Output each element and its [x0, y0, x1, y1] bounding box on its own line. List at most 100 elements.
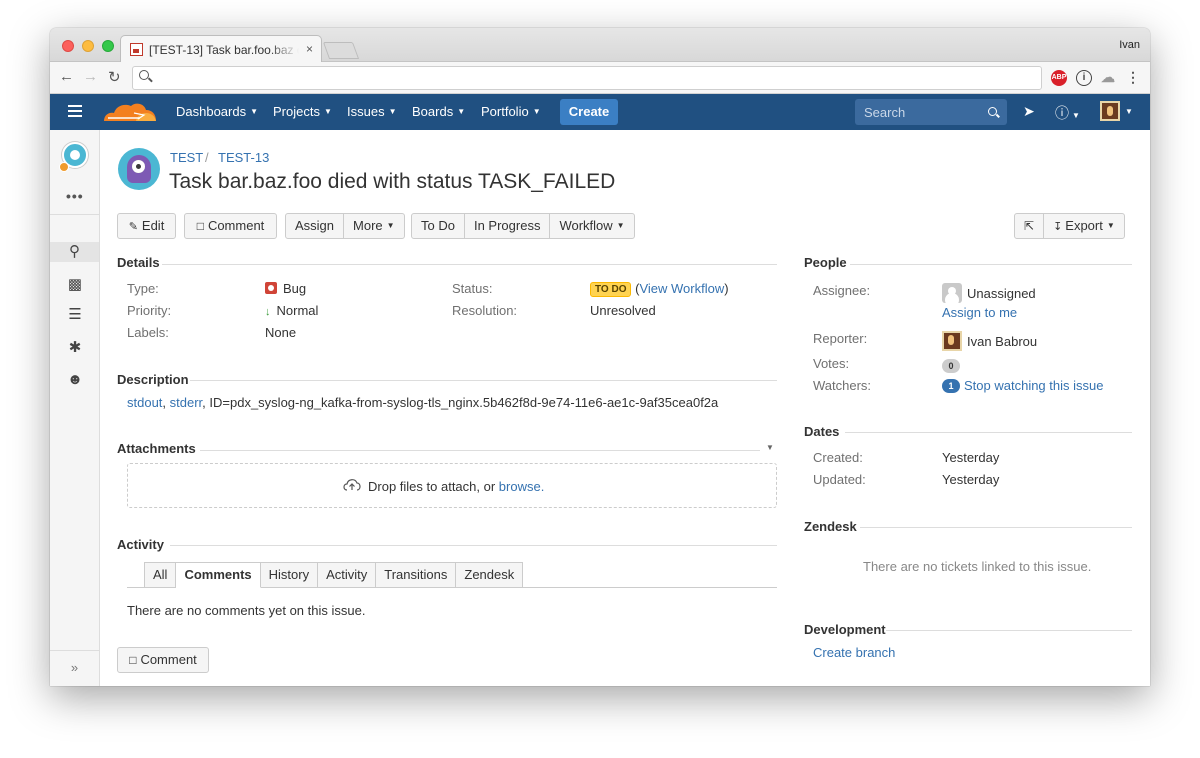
development-divider: [886, 630, 1132, 631]
stop-watching-link[interactable]: Stop watching this issue: [964, 378, 1103, 393]
tab-transitions[interactable]: Transitions: [376, 562, 457, 588]
priority-label: Priority:: [127, 303, 172, 318]
cloudflare-logo-icon[interactable]: [100, 101, 158, 123]
view-workflow-link[interactable]: View Workflow: [639, 281, 724, 296]
browse-link[interactable]: browse.: [499, 479, 545, 494]
reload-icon[interactable]: ↻: [108, 68, 121, 86]
unassigned-avatar-icon: [942, 283, 962, 303]
app-switcher-icon[interactable]: [68, 105, 82, 107]
tab-comments[interactable]: Comments: [176, 562, 261, 588]
status-label: Status:: [452, 281, 493, 296]
more-button[interactable]: More ▼: [343, 214, 404, 238]
create-button[interactable]: Create: [560, 99, 618, 125]
drop-files-text: Drop files to attach, or browse.: [368, 479, 545, 494]
more-options-icon[interactable]: •••: [66, 188, 84, 204]
chevron-down-icon: ▼: [457, 107, 466, 116]
votes-value[interactable]: 0: [942, 357, 960, 373]
labels-label: Labels:: [127, 325, 169, 340]
chevron-down-icon: ▼: [388, 107, 397, 116]
browser-tab[interactable]: [TEST-13] Task bar.foo.baz died with sta…: [120, 35, 322, 63]
tab-activity[interactable]: Activity: [318, 562, 377, 588]
forward-arrow-icon[interactable]: →: [83, 68, 98, 85]
nav-boards[interactable]: Boards ▼: [412, 104, 465, 119]
chevron-down-icon: ▼: [323, 107, 332, 116]
stderr-link[interactable]: stderr: [170, 395, 203, 410]
maximize-window-button[interactable]: [102, 40, 114, 52]
updated-label: Updated:: [813, 472, 866, 487]
user-avatar[interactable]: [1100, 101, 1120, 121]
tab-all[interactable]: All: [144, 562, 177, 588]
chevron-down-icon: ▼: [386, 221, 395, 230]
in-progress-button[interactable]: In Progress: [463, 214, 549, 238]
reports-icon[interactable]: ▩: [65, 275, 85, 295]
share-button[interactable]: ⇱: [1015, 214, 1043, 238]
browser-titlebar: [TEST-13] Task bar.foo.baz died with sta…: [50, 28, 1150, 63]
to-do-button[interactable]: To Do: [412, 214, 464, 238]
labels-value[interactable]: None: [265, 325, 296, 340]
add-comment-button[interactable]: □ Comment: [117, 647, 209, 673]
releases-icon[interactable]: ☰: [65, 305, 85, 325]
minimize-window-button[interactable]: [82, 40, 94, 52]
people-icon[interactable]: ☻: [65, 370, 85, 390]
close-window-button[interactable]: [62, 40, 74, 52]
chevron-down-icon: ▼: [250, 107, 259, 116]
stdout-link[interactable]: stdout: [127, 395, 162, 410]
share-icon: ⇱: [1024, 219, 1035, 233]
assign-more-group: Assign More ▼: [285, 213, 405, 239]
collapse-sidebar-button[interactable]: »: [50, 650, 99, 686]
assign-to-me-link[interactable]: Assign to me: [942, 305, 1017, 320]
nav-portfolio[interactable]: Portfolio ▼: [481, 104, 541, 119]
add-ons-puzzle-icon[interactable]: ✱: [65, 338, 85, 358]
tab-history[interactable]: History: [260, 562, 319, 588]
new-tab-button[interactable]: [322, 42, 360, 59]
edit-button[interactable]: ✎ Edit: [117, 213, 176, 239]
watchers-value: 1 Stop watching this issue: [942, 378, 1103, 393]
updated-value: Yesterday: [942, 472, 1000, 487]
cloud-extension-icon[interactable]: ☁: [1100, 70, 1116, 86]
comment-icon: □: [129, 653, 137, 667]
workflow-button[interactable]: Workflow ▼: [549, 214, 633, 238]
dates-heading: Dates: [804, 424, 840, 439]
resolution-label: Resolution:: [452, 303, 518, 318]
search-icon: [988, 107, 997, 116]
browser-profile-name[interactable]: Ivan: [1119, 39, 1140, 51]
chevron-down-icon[interactable]: ▼: [1125, 107, 1133, 116]
breadcrumb-issue-key[interactable]: TEST-13: [218, 150, 269, 165]
browser-menu-icon[interactable]: ⋮: [1126, 70, 1140, 86]
tab-zendesk[interactable]: Zendesk: [456, 562, 524, 588]
search-input[interactable]: [855, 99, 985, 125]
create-branch-link[interactable]: Create branch: [813, 645, 895, 660]
back-arrow-icon[interactable]: ←: [59, 68, 74, 85]
nav-dashboards[interactable]: Dashboards ▼: [176, 104, 258, 119]
attachments-divider: [200, 450, 760, 451]
comment-button[interactable]: □ Comment: [184, 213, 277, 239]
adblock-extension-icon[interactable]: ABP: [1051, 70, 1067, 86]
reporter-value[interactable]: Ivan Babrou: [942, 331, 1037, 351]
bug-icon: [265, 282, 277, 294]
feedback-megaphone-icon[interactable]: ➤: [1023, 103, 1035, 120]
issue-summary[interactable]: Task bar.baz.foo died with status TASK_F…: [169, 170, 615, 194]
help-icon[interactable]: ⓘ ▼: [1055, 103, 1080, 123]
workflow-group: To Do In Progress Workflow ▼: [411, 213, 635, 239]
share-export-group: ⇱ ↧ Export ▼: [1014, 213, 1125, 239]
dates-divider: [845, 432, 1132, 433]
people-heading: People: [804, 255, 847, 270]
nav-issues[interactable]: Issues ▼: [347, 104, 397, 119]
issues-search-icon[interactable]: ⚲: [50, 242, 99, 262]
assign-button[interactable]: Assign: [286, 214, 343, 238]
votes-label: Votes:: [813, 356, 850, 371]
nav-projects[interactable]: Projects ▼: [273, 104, 332, 119]
comment-icon: □: [196, 219, 204, 233]
export-button[interactable]: ↧ Export ▼: [1043, 214, 1124, 238]
attachments-options-chevron-icon[interactable]: ▼: [766, 443, 774, 452]
tab-close-icon[interactable]: ×: [306, 42, 313, 56]
assignee-value[interactable]: Unassigned: [942, 283, 1036, 303]
type-value: Bug: [265, 281, 306, 296]
project-avatar-large: [118, 148, 160, 190]
zendesk-heading: Zendesk: [804, 519, 857, 534]
description-body[interactable]: stdout, stderr, ID=pdx_syslog-ng_kafka-f…: [127, 395, 718, 410]
search-box[interactable]: [855, 99, 1007, 125]
info-extension-icon[interactable]: i: [1076, 70, 1092, 86]
address-bar[interactable]: [132, 66, 1042, 90]
breadcrumb-project[interactable]: TEST: [170, 150, 203, 165]
